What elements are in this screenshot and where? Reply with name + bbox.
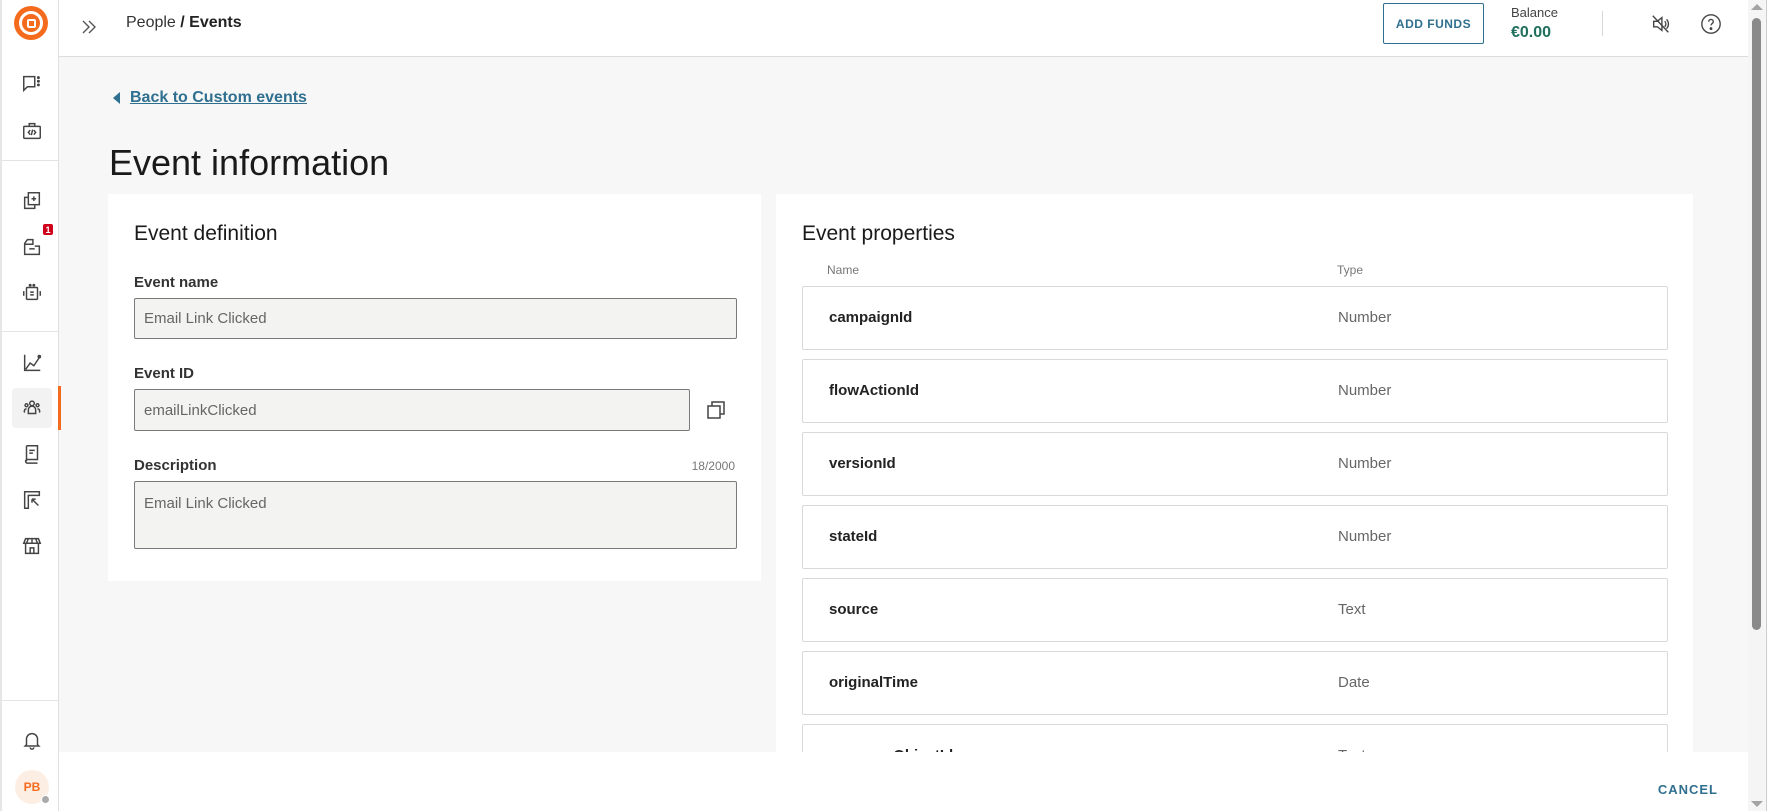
sidebar-item-templates[interactable]	[12, 181, 52, 221]
window-edge	[1766, 0, 1772, 811]
property-type: Number	[1338, 309, 1392, 326]
top-header: People / Events ADD FUNDS Balance €0.00	[59, 0, 1748, 57]
sidebar-item-conversations[interactable]	[12, 64, 52, 104]
sidebar: 1 PB	[0, 0, 61, 811]
templates-icon	[23, 192, 41, 210]
store-icon	[22, 537, 42, 555]
property-name: campaignId	[829, 309, 913, 326]
property-name: source	[829, 601, 879, 618]
property-name: stateId	[829, 528, 878, 545]
mute-button[interactable]	[1647, 10, 1675, 38]
property-row[interactable]: stateId Number	[802, 505, 1668, 569]
sidebar-item-docs[interactable]	[12, 434, 52, 474]
inbox-icon	[23, 238, 41, 256]
page-title: Event information	[109, 142, 390, 183]
active-indicator	[58, 386, 61, 430]
status-dot	[41, 795, 50, 804]
chat-icon	[23, 75, 40, 93]
copy-icon	[707, 401, 725, 419]
description-field[interactable]: Email Link Clicked	[134, 481, 737, 549]
property-type: Number	[1338, 382, 1392, 399]
people-icon	[23, 400, 41, 415]
breadcrumb: People / Events	[126, 14, 242, 32]
property-type: Number	[1338, 455, 1392, 472]
description-counter: 18/2000	[691, 459, 735, 473]
property-name: originalTime	[829, 674, 918, 691]
notifications-button[interactable]	[12, 720, 52, 760]
property-name: versionId	[829, 455, 896, 472]
header-divider	[1602, 11, 1603, 36]
property-type: Number	[1338, 528, 1392, 545]
property-type: Date	[1338, 674, 1370, 691]
breadcrumb-events: Events	[189, 14, 242, 31]
speaker-muted-icon	[1652, 15, 1670, 33]
copy-event-id-button[interactable]	[703, 397, 729, 423]
column-header-name: Name	[827, 263, 860, 277]
bell-icon	[23, 732, 41, 750]
sidebar-item-marketplace[interactable]	[12, 526, 52, 566]
export-icon	[23, 491, 41, 509]
column-header-type: Type	[1337, 263, 1364, 277]
event-id-label: Event ID	[134, 365, 195, 382]
sidebar-item-people[interactable]	[12, 388, 52, 428]
property-row[interactable]: versionId Number	[802, 432, 1668, 496]
back-to-custom-events-link[interactable]: Back to Custom events	[113, 89, 307, 107]
robot-icon	[23, 283, 41, 301]
expand-sidebar-button[interactable]	[74, 12, 104, 42]
event-properties-title: Event properties	[802, 222, 955, 245]
event-id-field[interactable]: emailLinkClicked	[134, 389, 690, 431]
caret-left-icon	[113, 92, 120, 104]
description-label: Description	[134, 457, 217, 474]
sidebar-item-automation[interactable]	[12, 273, 52, 313]
scrollbar-thumb[interactable]	[1752, 18, 1761, 630]
footer-bar: CANCEL	[59, 752, 1748, 811]
property-row[interactable]: flowActionId Number	[802, 359, 1668, 423]
property-row[interactable]: originalTime Date	[802, 651, 1668, 715]
brand-logo[interactable]	[14, 6, 48, 40]
event-name-field[interactable]: Email Link Clicked	[134, 298, 737, 339]
avatar[interactable]: PB	[15, 770, 50, 804]
scroll-up-arrow-icon[interactable]	[1751, 4, 1763, 10]
property-name: flowActionId	[829, 382, 919, 399]
back-link-label: Back to Custom events	[130, 89, 307, 106]
property-row[interactable]: source Text	[802, 578, 1668, 642]
balance-label: Balance	[1511, 5, 1558, 20]
event-name-label: Event name	[134, 274, 219, 291]
book-icon	[24, 445, 39, 464]
event-properties-card: Event properties Name Type campaignId Num…	[776, 194, 1693, 788]
sidebar-item-developer-tools[interactable]	[12, 111, 52, 151]
breadcrumb-separator: /	[175, 14, 190, 31]
double-chevron-right-icon	[82, 20, 96, 34]
sidebar-item-analytics[interactable]	[12, 343, 52, 383]
sidebar-item-exports[interactable]	[12, 480, 52, 520]
property-type: Text	[1338, 601, 1366, 618]
cancel-button[interactable]: CANCEL	[1658, 782, 1718, 797]
help-button[interactable]	[1697, 10, 1725, 38]
property-row[interactable]: campaignId Number	[802, 286, 1668, 350]
event-definition-title: Event definition	[134, 222, 278, 245]
avatar-initials: PB	[23, 780, 41, 794]
balance-value: €0.00	[1511, 24, 1552, 41]
code-briefcase-icon	[23, 122, 41, 140]
page-scrollbar[interactable]	[1748, 0, 1765, 811]
notification-badge: 1	[43, 224, 53, 235]
scroll-down-arrow-icon[interactable]	[1751, 801, 1763, 807]
add-funds-button[interactable]: ADD FUNDS	[1383, 3, 1484, 44]
sidebar-item-channels[interactable]: 1	[12, 224, 53, 267]
help-icon	[1701, 14, 1721, 34]
breadcrumb-people[interactable]: People	[126, 14, 176, 31]
chart-icon	[23, 354, 42, 372]
event-definition-card: Event definition Event name Email Link C…	[108, 194, 761, 581]
